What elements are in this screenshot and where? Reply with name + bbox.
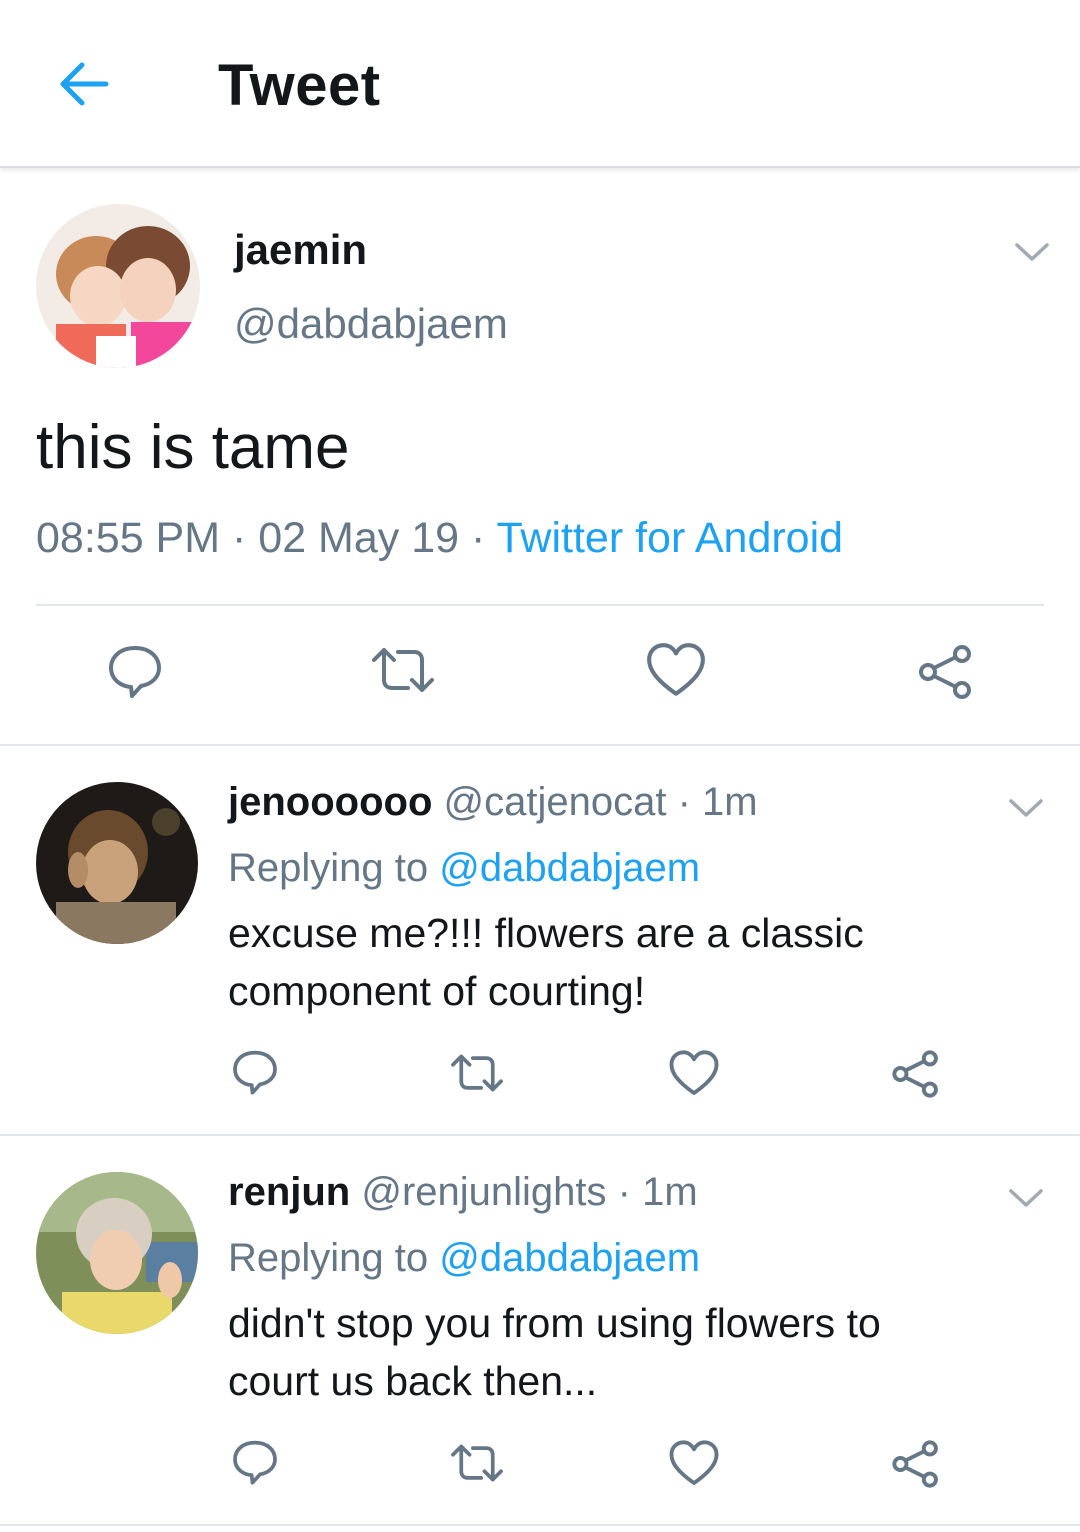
chevron-down-icon[interactable] xyxy=(1006,796,1046,820)
divider xyxy=(36,604,1044,606)
reply-author-name[interactable]: renjun xyxy=(228,1170,350,1214)
reply-text-line: didn't stop you from using flowers to xyxy=(228,1300,881,1346)
replying-to-link[interactable]: @dabdabjaem xyxy=(439,1236,700,1280)
reply-actions xyxy=(0,1436,1080,1506)
author-name[interactable]: jaemin xyxy=(234,226,367,274)
retweet-icon[interactable] xyxy=(368,640,438,700)
time-separator: · xyxy=(606,1170,643,1214)
share-icon[interactable] xyxy=(916,642,976,702)
page-title: Tweet xyxy=(218,53,381,118)
tweet-text: this is tame xyxy=(36,413,350,482)
reply-actions xyxy=(0,1046,1080,1116)
chevron-down-icon[interactable] xyxy=(1006,1186,1046,1210)
top-bar: Tweet xyxy=(0,0,1080,168)
replying-to: Replying to @dabdabjaem xyxy=(228,1236,700,1281)
reply-text-line: component of courting! xyxy=(228,968,646,1014)
divider xyxy=(0,1134,1080,1136)
share-icon[interactable] xyxy=(890,1438,942,1490)
heart-icon[interactable] xyxy=(645,640,707,702)
tweet-meta: 08:55 PM · 02 May 19 · Twitter for Andro… xyxy=(36,514,843,563)
time-separator: · xyxy=(666,780,703,824)
reply-author-name[interactable]: jenoooooo xyxy=(228,780,432,824)
replying-label: Replying to xyxy=(228,846,440,890)
reply-icon[interactable] xyxy=(230,1046,280,1096)
replying-label: Replying to xyxy=(228,1236,440,1280)
reply-text: excuse me?!!! flowers are a classic comp… xyxy=(228,904,1028,1020)
divider xyxy=(0,744,1080,746)
divider xyxy=(0,1524,1080,1526)
reply-header: jenoooooo @catjenocat · 1m xyxy=(228,780,758,825)
author-handle[interactable]: @dabdabjaem xyxy=(234,300,508,348)
tweet-source-link[interactable]: Twitter for Android xyxy=(497,514,844,562)
meta-separator: · xyxy=(220,514,259,562)
avatar[interactable] xyxy=(36,782,198,944)
share-icon[interactable] xyxy=(890,1048,942,1100)
retweet-icon[interactable] xyxy=(448,1048,506,1098)
reply-icon[interactable] xyxy=(105,640,165,700)
reply-text-line: court us back then... xyxy=(228,1358,598,1404)
main-tweet-actions xyxy=(0,640,1080,710)
reply-time: 1m xyxy=(702,780,758,824)
chevron-down-icon[interactable] xyxy=(1012,240,1052,264)
avatar[interactable] xyxy=(36,1172,198,1334)
heart-icon[interactable] xyxy=(668,1048,720,1100)
reply-author-handle[interactable]: @catjenocat xyxy=(444,780,667,824)
reply-icon[interactable] xyxy=(230,1436,280,1486)
replying-to: Replying to @dabdabjaem xyxy=(228,846,700,891)
reply-time: 1m xyxy=(642,1170,698,1214)
reply-header: renjun @renjunlights · 1m xyxy=(228,1170,698,1215)
heart-icon[interactable] xyxy=(668,1438,720,1490)
back-arrow-icon[interactable] xyxy=(52,52,116,116)
meta-separator: · xyxy=(459,514,497,562)
retweet-icon[interactable] xyxy=(448,1438,506,1488)
reply-text-line: excuse me?!!! flowers are a classic xyxy=(228,910,864,956)
reply-text: didn't stop you from using flowers to co… xyxy=(228,1294,1028,1410)
tweet-date: 02 May 19 xyxy=(258,514,460,562)
replying-to-link[interactable]: @dabdabjaem xyxy=(439,846,700,890)
reply-author-handle[interactable]: @renjunlights xyxy=(361,1170,606,1214)
avatar[interactable] xyxy=(36,204,200,368)
tweet-time: 08:55 PM xyxy=(36,514,221,562)
